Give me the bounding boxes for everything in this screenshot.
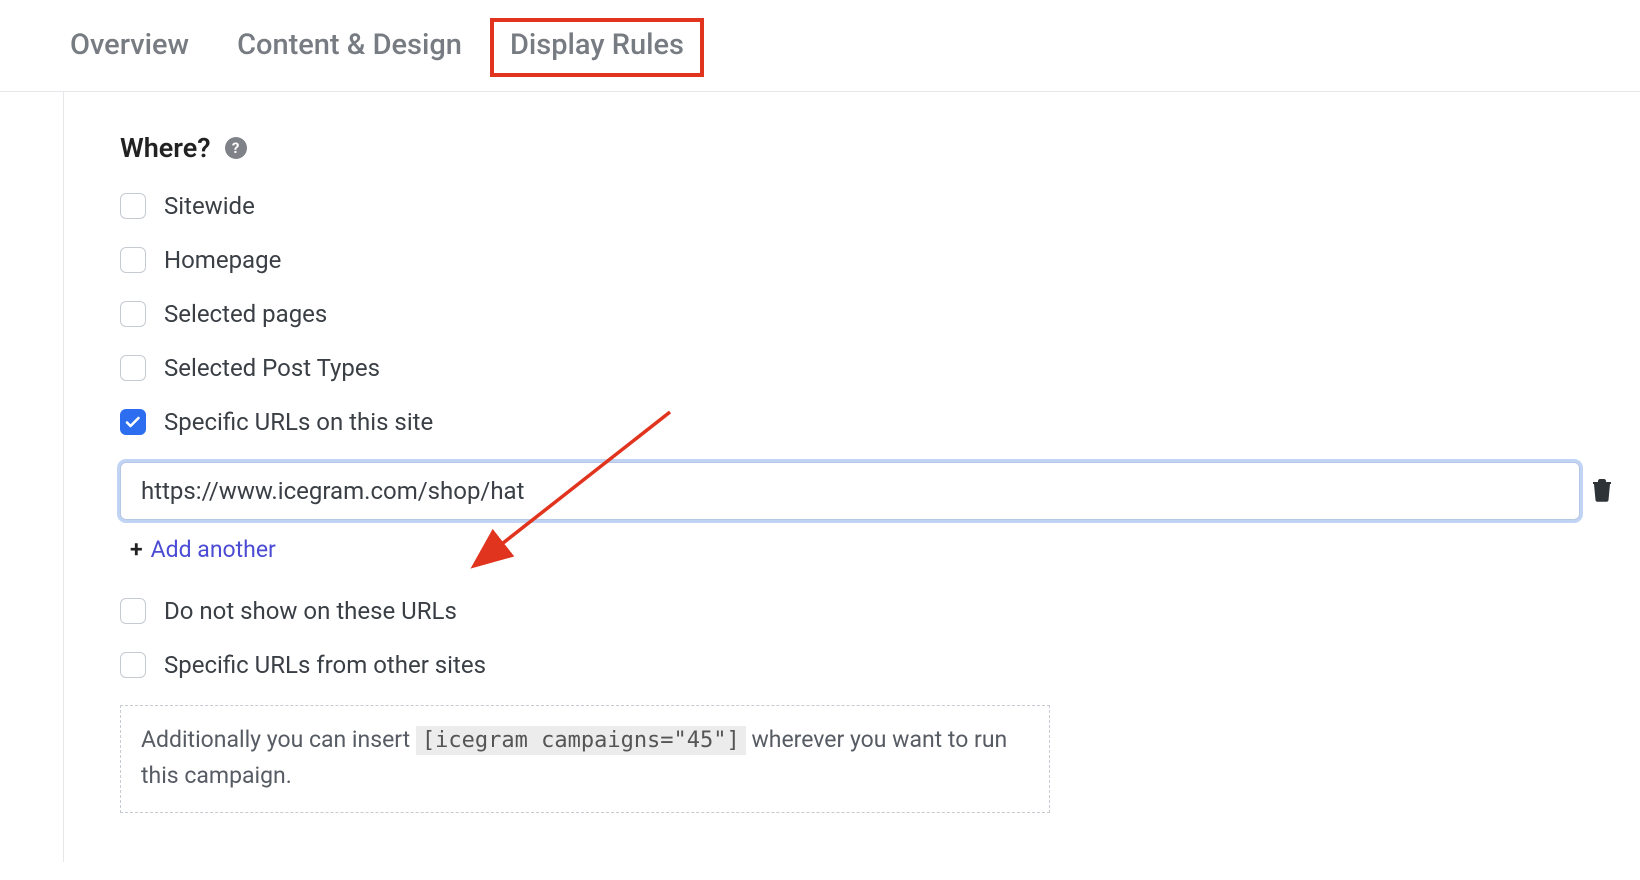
- checkbox-homepage[interactable]: [120, 247, 146, 273]
- add-another-button[interactable]: + Add another: [130, 536, 276, 563]
- checkbox-sitewide[interactable]: [120, 193, 146, 219]
- trash-icon[interactable]: [1592, 478, 1614, 504]
- section-where-title: Where? ?: [120, 132, 1640, 164]
- url-row: [120, 462, 1614, 520]
- label-homepage: Homepage: [164, 246, 281, 274]
- checkbox-selected-pages[interactable]: [120, 301, 146, 327]
- help-icon[interactable]: ?: [225, 137, 247, 159]
- label-other-sites: Specific URLs from other sites: [164, 651, 486, 679]
- checkbox-other-sites[interactable]: [120, 652, 146, 678]
- option-sitewide: Sitewide: [120, 192, 1640, 220]
- section-title-text: Where?: [120, 132, 211, 164]
- plus-icon: +: [130, 536, 143, 563]
- tabs-bar: Overview Content & Design Display Rules: [0, 0, 1640, 92]
- shortcode-hint-prefix: Additionally you can insert: [141, 726, 416, 753]
- option-homepage: Homepage: [120, 246, 1640, 274]
- option-selected-post-types: Selected Post Types: [120, 354, 1640, 382]
- url-input[interactable]: [120, 462, 1580, 520]
- tab-display-rules[interactable]: Display Rules: [490, 18, 704, 77]
- label-selected-post-types: Selected Post Types: [164, 354, 380, 382]
- tab-content-design[interactable]: Content & Design: [237, 28, 462, 63]
- display-rules-panel: Where? ? Sitewide Homepage Selected page…: [64, 92, 1640, 862]
- label-selected-pages: Selected pages: [164, 300, 327, 328]
- tab-overview[interactable]: Overview: [70, 28, 189, 63]
- checkbox-selected-post-types[interactable]: [120, 355, 146, 381]
- option-selected-pages: Selected pages: [120, 300, 1640, 328]
- content-wrap: Where? ? Sitewide Homepage Selected page…: [0, 92, 1640, 862]
- option-specific-urls: Specific URLs on this site: [120, 408, 1640, 436]
- checkbox-do-not-show[interactable]: [120, 598, 146, 624]
- checkbox-specific-urls[interactable]: [120, 409, 146, 435]
- shortcode-hint-box: Additionally you can insert [icegram cam…: [120, 705, 1050, 813]
- left-gutter: [0, 92, 64, 862]
- label-sitewide: Sitewide: [164, 192, 255, 220]
- label-specific-urls: Specific URLs on this site: [164, 408, 433, 436]
- shortcode-code: [icegram campaigns="45"]: [416, 726, 746, 755]
- label-do-not-show: Do not show on these URLs: [164, 597, 457, 625]
- add-another-label: Add another: [151, 536, 276, 563]
- option-other-sites: Specific URLs from other sites: [120, 651, 1640, 679]
- option-do-not-show: Do not show on these URLs: [120, 597, 1640, 625]
